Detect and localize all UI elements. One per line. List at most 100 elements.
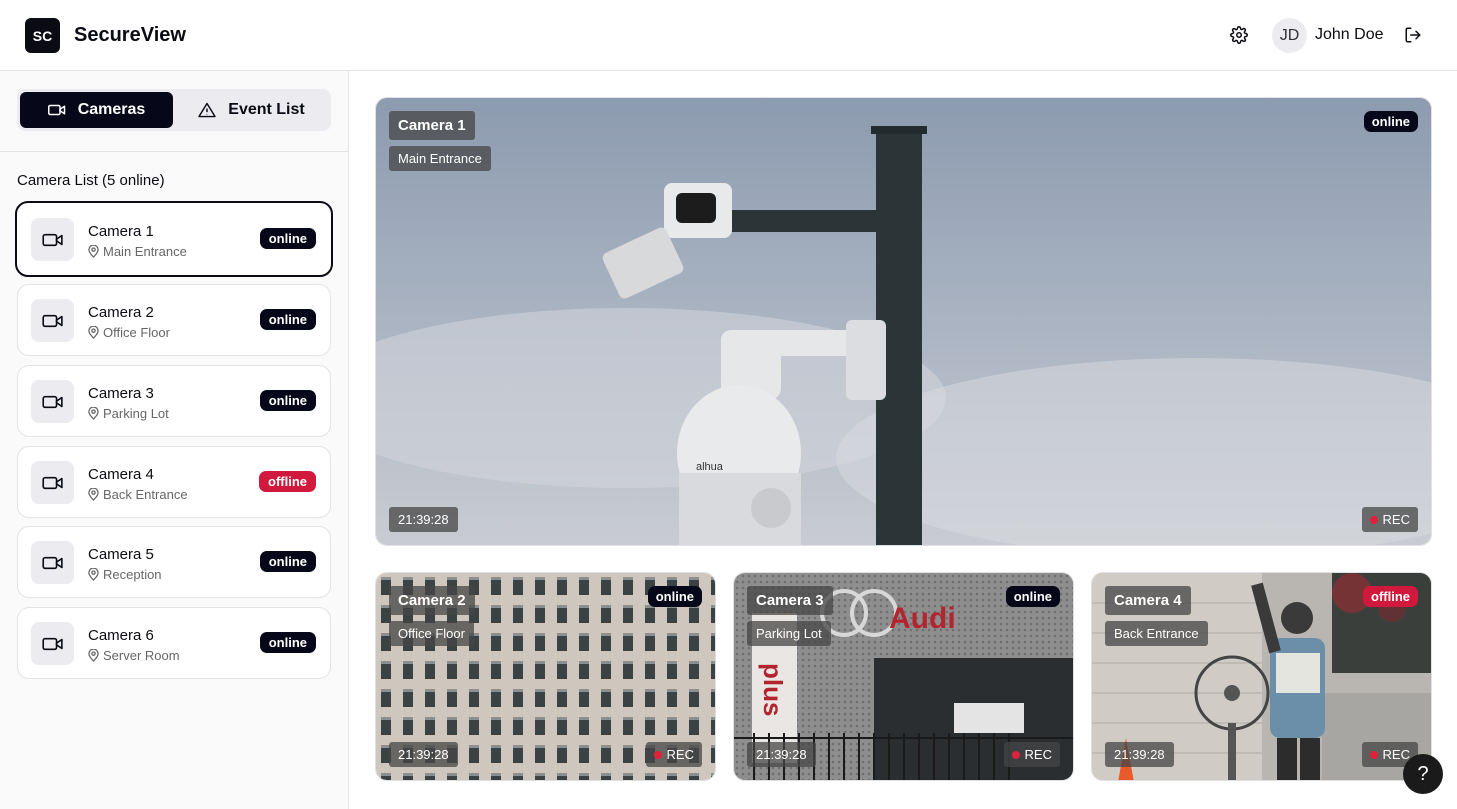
camera-feed-thumbnail[interactable]: Camera 4 Back Entrance offline 21:39:28 … bbox=[1091, 572, 1432, 781]
camera-name: Camera 4 bbox=[88, 466, 154, 483]
camera-feed-image: alhua bbox=[376, 98, 1431, 545]
sidebar-divider bbox=[0, 151, 349, 152]
feed-timestamp: 21:39:28 bbox=[747, 742, 816, 767]
svg-text:alhua: alhua bbox=[696, 461, 724, 473]
feed-status-badge: online bbox=[647, 586, 702, 607]
video-icon bbox=[47, 104, 65, 116]
camera-icon-box bbox=[31, 622, 74, 665]
camera-list-item[interactable]: Camera 4 Back Entrance offline bbox=[17, 446, 331, 518]
sidebar-tabs: Cameras Event List bbox=[17, 89, 331, 131]
camera-feed-thumbnail[interactable]: plus Audi Camera 3 Parking Lot online 21… bbox=[733, 572, 1074, 781]
app-logo: SC bbox=[25, 18, 60, 53]
rec-indicator: REC bbox=[645, 742, 702, 767]
camera-location-text: Server Room bbox=[103, 648, 180, 663]
camera-list-item[interactable]: Camera 5 Reception online bbox=[17, 526, 331, 598]
feed-camera-name: Camera 3 bbox=[747, 586, 833, 615]
camera-location-text: Back Entrance bbox=[103, 487, 188, 502]
main-camera-feed[interactable]: alhua Camera 1 Main Entrance online 21:3… bbox=[375, 97, 1432, 546]
feed-camera-name: Camera 1 bbox=[389, 111, 475, 140]
camera-list-item[interactable]: Camera 3 Parking Lot online bbox=[17, 365, 331, 437]
feed-camera-location: Main Entrance bbox=[389, 146, 491, 171]
map-pin-icon bbox=[88, 245, 99, 258]
tab-event-list-label: Event List bbox=[228, 101, 305, 118]
help-button[interactable]: ? bbox=[1403, 754, 1443, 794]
tab-cameras-label: Cameras bbox=[77, 101, 146, 118]
status-badge: offline bbox=[259, 471, 316, 492]
feed-timestamp: 21:39:28 bbox=[389, 507, 458, 532]
status-badge: online bbox=[259, 309, 316, 330]
status-badge: online bbox=[259, 632, 316, 653]
tab-cameras[interactable]: Cameras bbox=[20, 92, 173, 128]
rec-indicator: REC bbox=[1003, 742, 1060, 767]
map-pin-icon bbox=[88, 649, 99, 662]
camera-location: Server Room bbox=[88, 648, 180, 663]
warning-icon bbox=[198, 102, 216, 118]
gear-icon bbox=[1230, 26, 1248, 44]
camera-icon-box bbox=[31, 380, 74, 423]
camera-list-item[interactable]: Camera 6 Server Room online bbox=[17, 607, 331, 679]
video-icon bbox=[41, 395, 63, 408]
tab-event-list[interactable]: Event List bbox=[175, 92, 328, 128]
video-icon bbox=[41, 233, 63, 246]
sidebar: Cameras Event List Camera List (5 online… bbox=[0, 71, 349, 809]
map-pin-icon bbox=[88, 568, 99, 581]
camera-list-item[interactable]: Camera 2 Office Floor online bbox=[17, 284, 331, 356]
feed-status-badge: online bbox=[1005, 586, 1060, 607]
camera-location-text: Office Floor bbox=[103, 325, 170, 340]
rec-dot-icon bbox=[1369, 750, 1378, 759]
feed-camera-location: Back Entrance bbox=[1105, 621, 1208, 646]
feed-status-badge: online bbox=[1363, 111, 1418, 132]
camera-icon-box bbox=[31, 218, 74, 261]
status-badge: online bbox=[259, 390, 316, 411]
user-avatar[interactable]: JD bbox=[1272, 18, 1307, 53]
map-pin-icon bbox=[88, 407, 99, 420]
camera-icon-box bbox=[31, 461, 74, 504]
rec-label: REC bbox=[1382, 512, 1410, 527]
camera-location-text: Parking Lot bbox=[103, 406, 169, 421]
logout-icon bbox=[1405, 27, 1421, 43]
rec-label: REC bbox=[1382, 747, 1410, 762]
camera-location-text: Main Entrance bbox=[103, 244, 187, 259]
camera-name: Camera 1 bbox=[88, 223, 154, 240]
video-icon bbox=[41, 556, 63, 569]
camera-location: Main Entrance bbox=[88, 244, 187, 259]
camera-list-title: Camera List (5 online) bbox=[17, 172, 165, 189]
logout-button[interactable] bbox=[1400, 22, 1426, 48]
video-icon bbox=[41, 476, 63, 489]
map-pin-icon bbox=[88, 326, 99, 339]
camera-name: Camera 3 bbox=[88, 385, 154, 402]
camera-location-text: Reception bbox=[103, 567, 162, 582]
feed-camera-location: Parking Lot bbox=[747, 621, 831, 646]
rec-indicator: REC bbox=[1361, 507, 1418, 532]
svg-text:Audi: Audi bbox=[889, 602, 956, 635]
rec-dot-icon bbox=[1369, 515, 1378, 524]
camera-name: Camera 2 bbox=[88, 304, 154, 321]
feed-camera-name: Camera 2 bbox=[389, 586, 475, 615]
video-icon bbox=[41, 637, 63, 650]
camera-location: Office Floor bbox=[88, 325, 170, 340]
feed-timestamp: 21:39:28 bbox=[389, 742, 458, 767]
camera-feed-thumbnail[interactable]: Camera 2 Office Floor online 21:39:28 RE… bbox=[375, 572, 716, 781]
camera-icon-box bbox=[31, 541, 74, 584]
camera-location: Parking Lot bbox=[88, 406, 169, 421]
svg-text:plus: plus bbox=[758, 663, 788, 716]
status-badge: online bbox=[259, 551, 316, 572]
feed-status-badge: offline bbox=[1363, 586, 1418, 607]
video-icon bbox=[41, 314, 63, 327]
map-pin-icon bbox=[88, 488, 99, 501]
app-title: SecureView bbox=[74, 24, 186, 46]
rec-dot-icon bbox=[653, 750, 662, 759]
camera-location: Back Entrance bbox=[88, 487, 188, 502]
rec-label: REC bbox=[1024, 747, 1052, 762]
camera-name: Camera 5 bbox=[88, 546, 154, 563]
rec-dot-icon bbox=[1011, 750, 1020, 759]
app-header: SC SecureView JD John Doe bbox=[0, 0, 1457, 71]
status-badge: online bbox=[259, 228, 316, 249]
rec-label: REC bbox=[666, 747, 694, 762]
feed-camera-name: Camera 4 bbox=[1105, 586, 1191, 615]
camera-list-item[interactable]: Camera 1 Main Entrance online bbox=[15, 201, 333, 277]
camera-name: Camera 6 bbox=[88, 627, 154, 644]
camera-icon-box bbox=[31, 299, 74, 342]
camera-location: Reception bbox=[88, 567, 162, 582]
settings-button[interactable] bbox=[1226, 22, 1252, 48]
